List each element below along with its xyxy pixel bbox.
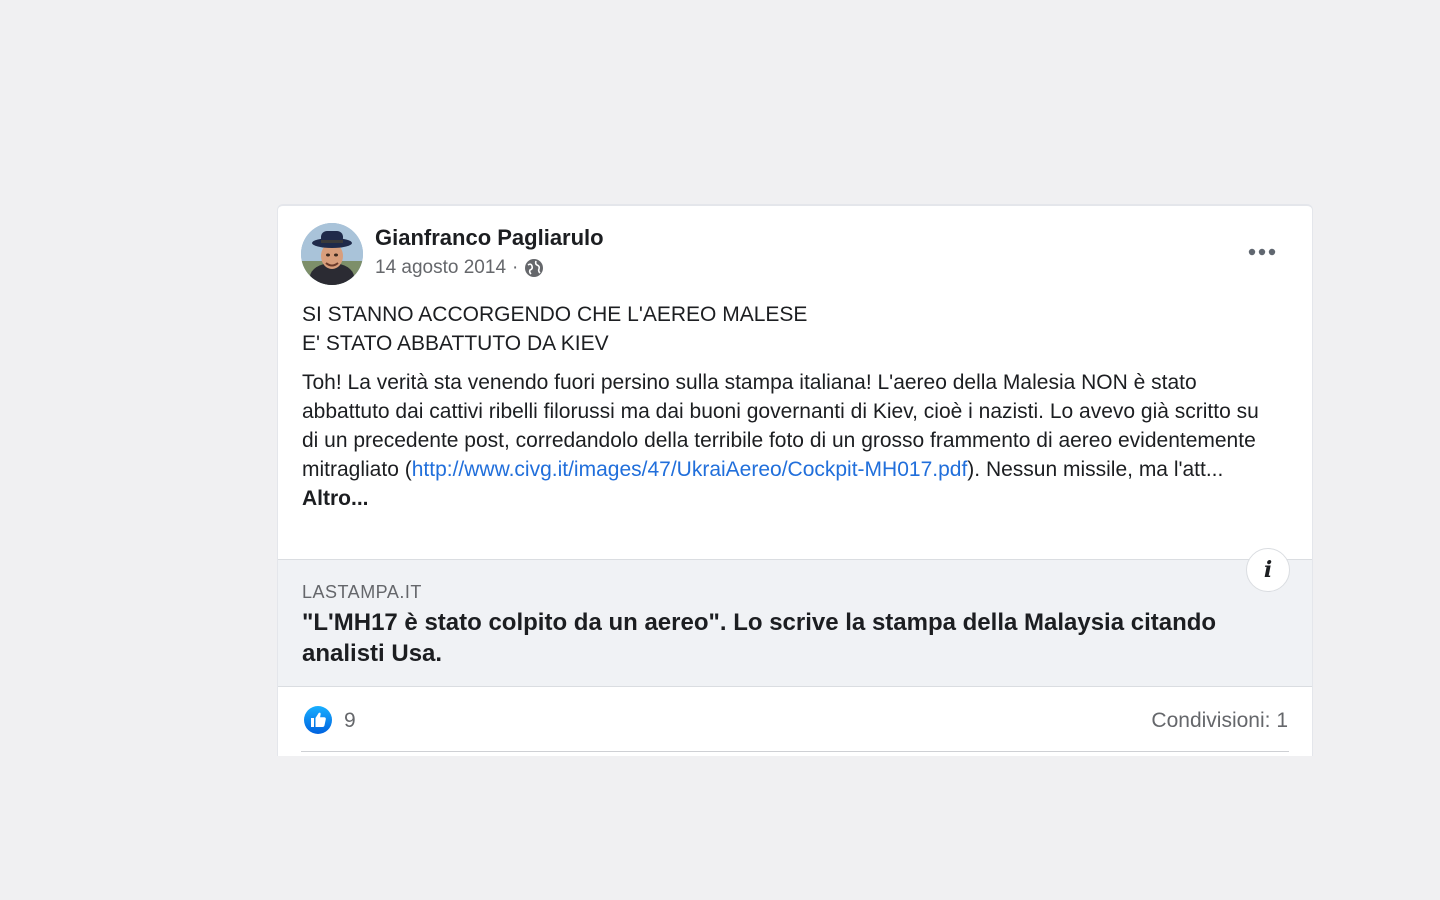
like-count[interactable]: 9 <box>344 709 356 733</box>
more-options-button[interactable] <box>1236 234 1288 270</box>
meta-separator: · <box>512 257 519 278</box>
thumbs-up-icon[interactable] <box>303 705 333 735</box>
actions-divider <box>301 751 1289 752</box>
shares-count[interactable]: Condivisioni: 1 <box>1151 709 1288 733</box>
post-body: Toh! La verità sta venendo fuori persino… <box>302 368 1262 513</box>
author-avatar[interactable] <box>301 223 363 285</box>
post-body-paren: ( <box>404 458 412 481</box>
globe-icon[interactable] <box>524 258 544 278</box>
post-body-link[interactable]: http://www.civg.it/images/47/UkraiAereo/… <box>412 458 968 481</box>
info-icon[interactable]: i <box>1246 548 1290 592</box>
preview-headline[interactable]: "L'MH17 è stato colpito da un aereo". Lo… <box>302 607 1292 669</box>
link-preview[interactable]: LASTAMPA.IT "L'MH17 è stato colpito da u… <box>278 559 1312 687</box>
post-card: Gianfranco Pagliarulo 14 agosto 2014 · S… <box>277 204 1313 756</box>
post-meta: 14 agosto 2014 · <box>375 257 544 279</box>
post-date[interactable]: 14 agosto 2014 <box>375 257 506 279</box>
ellipsis-icon <box>1248 248 1276 256</box>
avatar-photo <box>301 223 363 285</box>
see-more-button[interactable]: Altro... <box>302 487 369 510</box>
preview-domain: LASTAMPA.IT <box>302 582 422 602</box>
post-title: SI STANNO ACCORGENDO CHE L'AEREO MALESE … <box>302 303 808 355</box>
author-name[interactable]: Gianfranco Pagliarulo <box>375 225 604 251</box>
post-body-after-link: ). Nessun missile, ma l'att... <box>967 458 1224 481</box>
